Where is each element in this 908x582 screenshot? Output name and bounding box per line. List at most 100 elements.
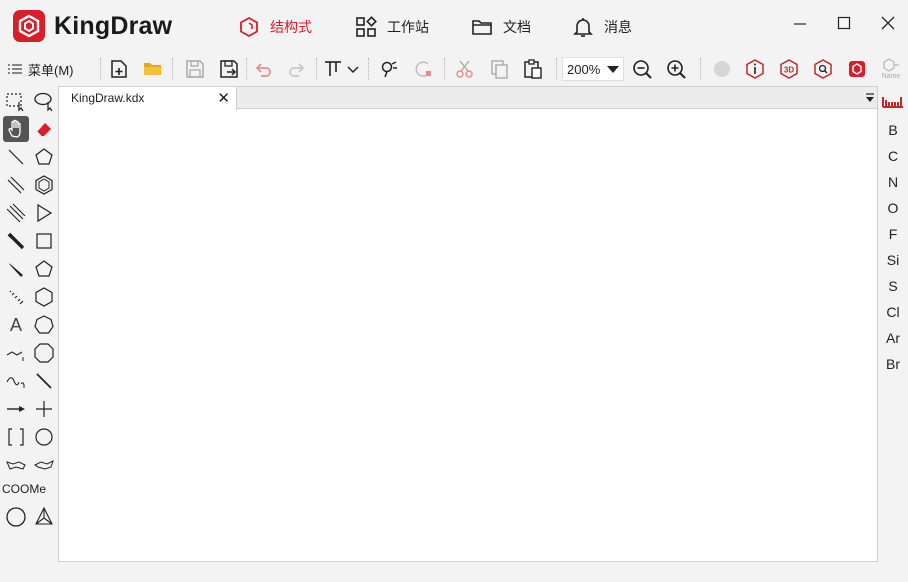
heptagon-tool[interactable] (31, 312, 57, 338)
curve-tool[interactable] (3, 368, 29, 394)
3d-hexagon-icon: 3D (780, 59, 798, 79)
benzene-icon (35, 175, 53, 195)
close-icon (881, 16, 895, 30)
folder-icon (471, 16, 493, 38)
search-hexagon-icon (814, 59, 832, 79)
3d-view-button[interactable]: 3D (776, 56, 802, 82)
arrow-right-icon (7, 406, 25, 412)
tab-workstation[interactable]: 工作站 (355, 14, 429, 40)
menu-label: 菜单(M) (28, 62, 74, 78)
name-structure-icon (883, 58, 899, 72)
align-dropdown-button[interactable] (344, 56, 362, 82)
element-button-cl[interactable]: Cl (878, 304, 908, 320)
redo-button[interactable] (284, 56, 310, 82)
triple-bond-tool[interactable] (3, 200, 29, 226)
cut-button[interactable] (452, 56, 478, 82)
double-bond-tool[interactable] (3, 172, 29, 198)
new-file-button[interactable] (106, 56, 132, 82)
bracket-tool[interactable] (3, 424, 29, 450)
element-button-ar[interactable]: Ar (878, 330, 908, 346)
undo-button[interactable] (250, 56, 276, 82)
toolbar-separator (172, 58, 173, 80)
menu-button[interactable]: 菜单(M) (8, 58, 74, 80)
template-tool[interactable] (31, 504, 57, 530)
functional-group-tool[interactable]: COOMe (2, 482, 58, 496)
periodic-table-button[interactable] (878, 94, 908, 108)
arrow-tool[interactable] (3, 396, 29, 422)
lasso-select-tool[interactable] (31, 88, 57, 114)
square-tool[interactable] (31, 228, 57, 254)
zoom-in-button[interactable] (663, 56, 689, 82)
orbital-tool[interactable] (3, 452, 29, 478)
new-file-icon (111, 60, 127, 78)
element-button-b[interactable]: B (878, 122, 908, 138)
bold-bond-tool[interactable] (3, 228, 29, 254)
close-tab-icon[interactable]: ✕ (217, 89, 230, 107)
rotate-button[interactable] (376, 56, 402, 82)
rect-select-tool[interactable] (3, 88, 29, 114)
circle-disabled-icon (714, 61, 730, 77)
element-panel: B C N O F Si S Cl Ar Br (878, 86, 908, 582)
open-folder-icon (144, 63, 162, 75)
zoom-select[interactable]: 200% (562, 57, 624, 81)
info-button[interactable] (742, 56, 768, 82)
document-tab[interactable]: KingDraw.kdx ✕ (59, 87, 237, 110)
chain-tool[interactable] (3, 340, 29, 366)
tab-list-dropdown[interactable] (865, 93, 875, 103)
minimize-button[interactable] (785, 10, 815, 36)
eraser-tool[interactable] (31, 116, 57, 142)
heptagon-icon (34, 315, 54, 334)
circle-tool[interactable] (31, 424, 57, 450)
element-button-n[interactable]: N (878, 174, 908, 190)
single-bond-tool[interactable] (3, 144, 29, 170)
align-button[interactable] (320, 56, 346, 82)
toolbar-separator (368, 58, 369, 80)
orbital-circle-tool[interactable] (3, 504, 29, 530)
hand-tool[interactable] (3, 116, 29, 142)
pentagon-ring-tool[interactable] (31, 256, 57, 282)
image-structure-button[interactable] (844, 56, 870, 82)
element-button-si[interactable]: Si (878, 252, 908, 268)
tab-structure[interactable]: 结构式 (238, 14, 312, 40)
zoom-out-button[interactable] (629, 56, 655, 82)
tab-documents[interactable]: 文档 (471, 14, 531, 40)
line-tool[interactable] (31, 368, 57, 394)
hashed-bond-tool[interactable] (3, 284, 29, 310)
cyclopentane-tool[interactable] (31, 144, 57, 170)
document-tab-title: KingDraw.kdx (71, 91, 145, 105)
hexagon-ring-tool[interactable] (31, 284, 57, 310)
undo-icon (255, 63, 271, 77)
minimize-icon (794, 23, 806, 25)
triangle-tool[interactable] (31, 200, 57, 226)
clean-structure-button[interactable] (410, 56, 436, 82)
circle-icon (35, 428, 53, 446)
toolbar-separator (316, 58, 317, 80)
save-button[interactable] (182, 56, 208, 82)
drawing-canvas[interactable] (59, 110, 877, 561)
record-button[interactable] (709, 56, 735, 82)
text-tool[interactable]: A (3, 312, 29, 338)
save-as-button[interactable] (216, 56, 242, 82)
wedge-bond-tool[interactable] (3, 256, 29, 282)
element-button-f[interactable]: F (878, 226, 908, 242)
element-button-o[interactable]: O (878, 200, 908, 216)
maximize-button[interactable] (829, 10, 859, 36)
element-button-br[interactable]: Br (878, 356, 908, 372)
octagon-tool[interactable] (31, 340, 57, 366)
search-structure-button[interactable] (810, 56, 836, 82)
chair-tool[interactable] (31, 452, 57, 478)
name-to-structure-button[interactable]: Name (878, 54, 904, 84)
bold-bond-icon (7, 232, 25, 250)
bracket-icon (8, 428, 24, 446)
benzene-tool[interactable] (31, 172, 57, 198)
close-button[interactable] (873, 10, 903, 36)
element-button-s[interactable]: S (878, 278, 908, 294)
lasso-icon (34, 92, 53, 112)
hexagon-icon (35, 287, 53, 307)
tab-messages[interactable]: 消息 (572, 14, 632, 40)
plus-tool[interactable] (31, 396, 57, 422)
element-button-c[interactable]: C (878, 148, 908, 164)
paste-button[interactable] (520, 56, 546, 82)
copy-button[interactable] (486, 56, 512, 82)
open-folder-button[interactable] (140, 56, 166, 82)
